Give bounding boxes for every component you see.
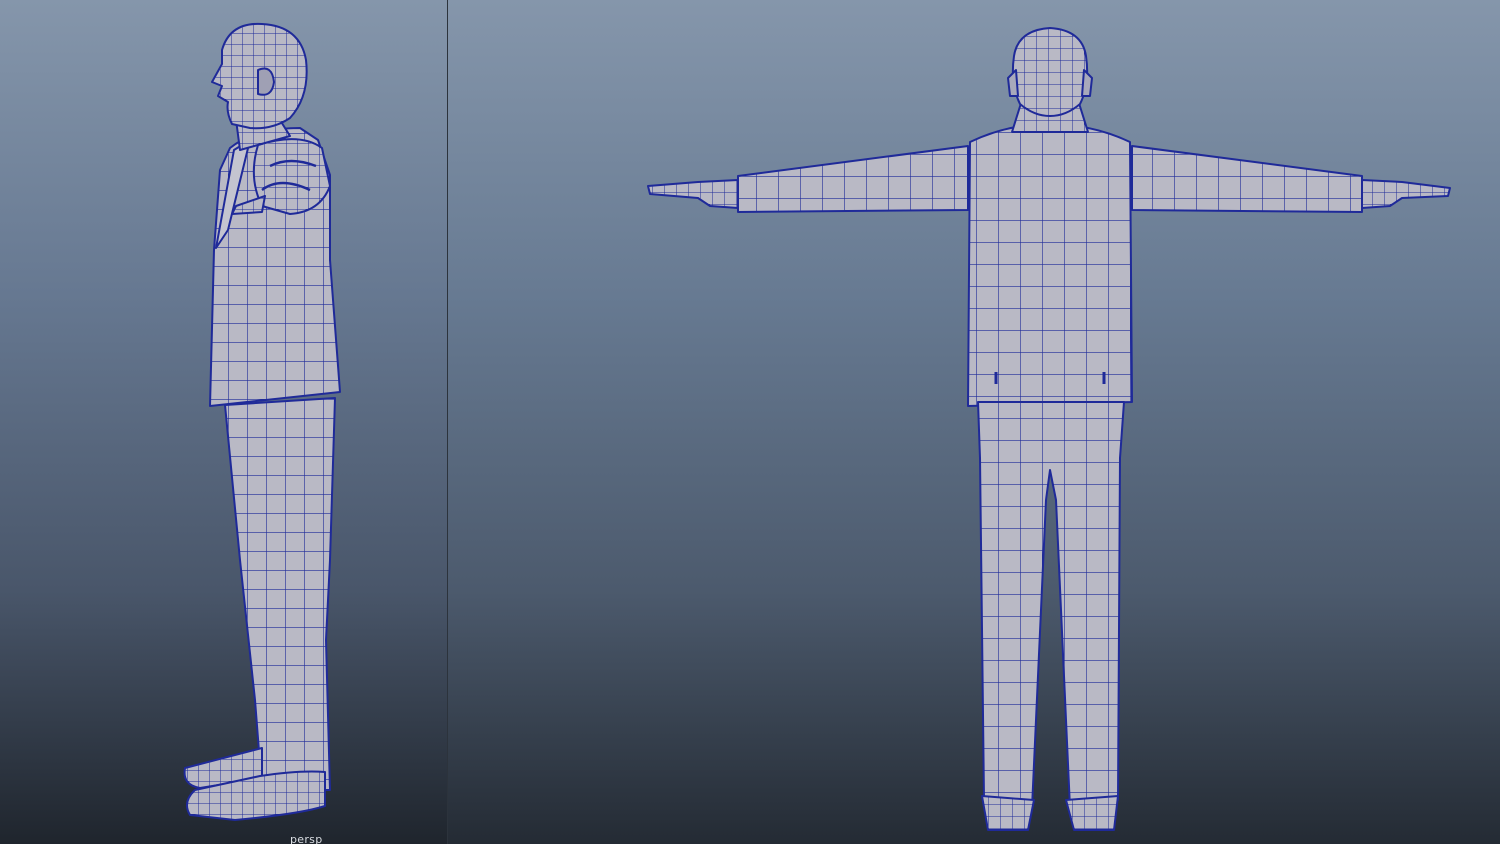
hand-left	[647, 179, 739, 209]
shoulder-joint	[252, 138, 331, 215]
shoe-left	[981, 795, 1035, 831]
camera-label: persp	[290, 833, 323, 844]
modeling-viewports: persp	[0, 0, 1500, 844]
side-view-character-mesh[interactable]	[0, 0, 448, 844]
ear-left	[1007, 69, 1019, 97]
viewport-left-persp[interactable]: persp	[0, 0, 448, 844]
jacket-torso	[967, 123, 1133, 407]
back-view-tpose-character-mesh[interactable]	[448, 0, 1500, 844]
trousers	[977, 401, 1125, 809]
arm-right	[1131, 145, 1363, 213]
trouser-leg	[224, 397, 336, 791]
viewport-right-back[interactable]	[448, 0, 1500, 844]
hand-right	[1361, 179, 1451, 209]
ear-right	[1081, 69, 1093, 97]
head	[1011, 27, 1089, 117]
shoe-right	[1065, 795, 1119, 831]
arm-left	[737, 145, 969, 213]
